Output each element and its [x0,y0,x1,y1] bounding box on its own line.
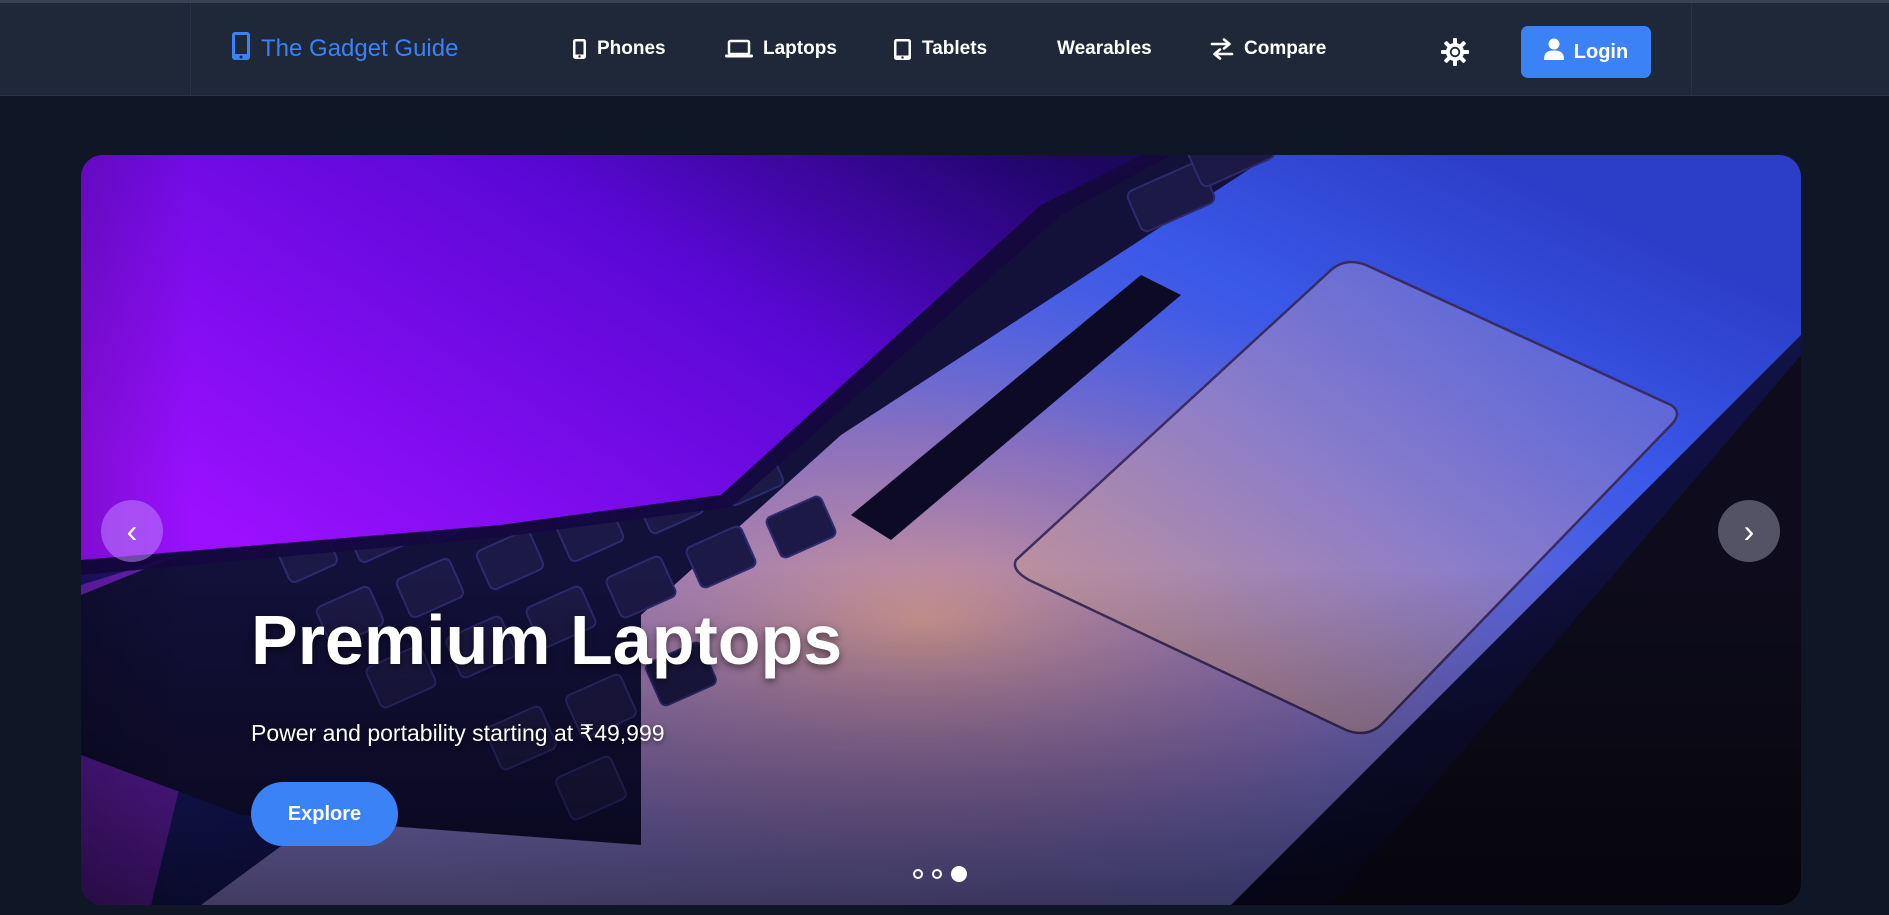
nav-link-tablets[interactable]: Tablets [893,33,987,65]
laptop-icon [725,39,753,59]
hero-carousel: ‹ › Premium Laptops Power and portabilit… [81,155,1801,905]
login-label: Login [1573,40,1629,63]
nav-link-laptops[interactable]: Laptops [725,33,837,65]
explore-button[interactable]: Explore [251,782,398,846]
carousel-dot-3[interactable] [951,866,967,882]
explore-label: Explore [287,802,362,825]
carousel-dot-1[interactable] [913,869,923,879]
tablet-icon [893,38,912,61]
navbar: The Gadget Guide Phones Laptops Tablets … [0,3,1889,96]
nav-link-label: Phones [597,38,666,59]
user-icon [1543,38,1564,66]
nav-link-label: Laptops [763,38,837,59]
nav-link-label: Compare [1244,38,1327,59]
nav-link-compare[interactable]: Compare [1210,33,1326,65]
carousel-prev-button[interactable]: ‹ [101,500,163,562]
carousel-dot-2[interactable] [932,869,942,879]
nav-link-label: Tablets [922,38,988,59]
brand-name: The Gadget Guide [261,35,459,62]
nav-link-wearables[interactable]: Wearables [1057,33,1152,65]
chevron-left-icon: ‹ [126,512,138,549]
nav-link-label: Wearables [1057,38,1152,59]
chevron-right-icon: › [1743,512,1755,549]
phone-icon [231,31,251,68]
sun-icon[interactable] [1441,38,1469,66]
phone-icon [572,38,587,60]
login-button[interactable]: Login [1521,26,1651,78]
nav-link-phones[interactable]: Phones [572,33,666,65]
hero-subtitle: Power and portability starting at ₹49,99… [251,720,665,746]
carousel-indicators [913,866,967,882]
hero-title: Premium Laptops [251,601,843,679]
carousel-next-button[interactable]: › [1718,500,1780,562]
compare-arrows-icon [1210,38,1234,60]
brand-link[interactable]: The Gadget Guide [231,31,459,68]
